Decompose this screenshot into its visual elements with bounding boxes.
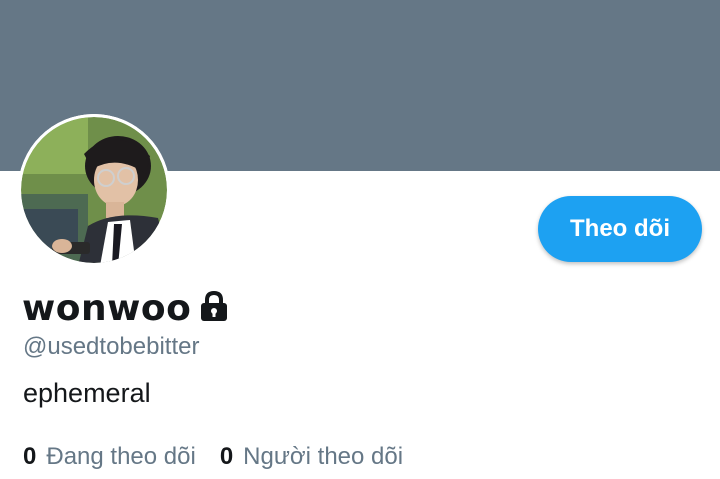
following-label: Đang theo dõi bbox=[46, 443, 196, 470]
followers-stat[interactable]: 0 Người theo dõi bbox=[220, 443, 403, 471]
profile-bio: ephemeral bbox=[23, 378, 151, 408]
lock-icon bbox=[199, 290, 229, 327]
avatar[interactable] bbox=[18, 114, 170, 266]
follow-button[interactable]: Theo dõi bbox=[538, 196, 702, 262]
following-stat[interactable]: 0 Đang theo dõi bbox=[23, 443, 196, 471]
followers-label: Người theo dõi bbox=[243, 443, 404, 470]
profile-name-row: wonwoo bbox=[22, 284, 229, 332]
following-count: 0 bbox=[23, 443, 37, 470]
display-name: wonwoo bbox=[22, 287, 192, 329]
profile-stats: 0 Đang theo dõi 0 Người theo dõi bbox=[23, 443, 427, 471]
username-handle: @usedtobebitter bbox=[23, 333, 200, 360]
followers-count: 0 bbox=[219, 443, 234, 470]
